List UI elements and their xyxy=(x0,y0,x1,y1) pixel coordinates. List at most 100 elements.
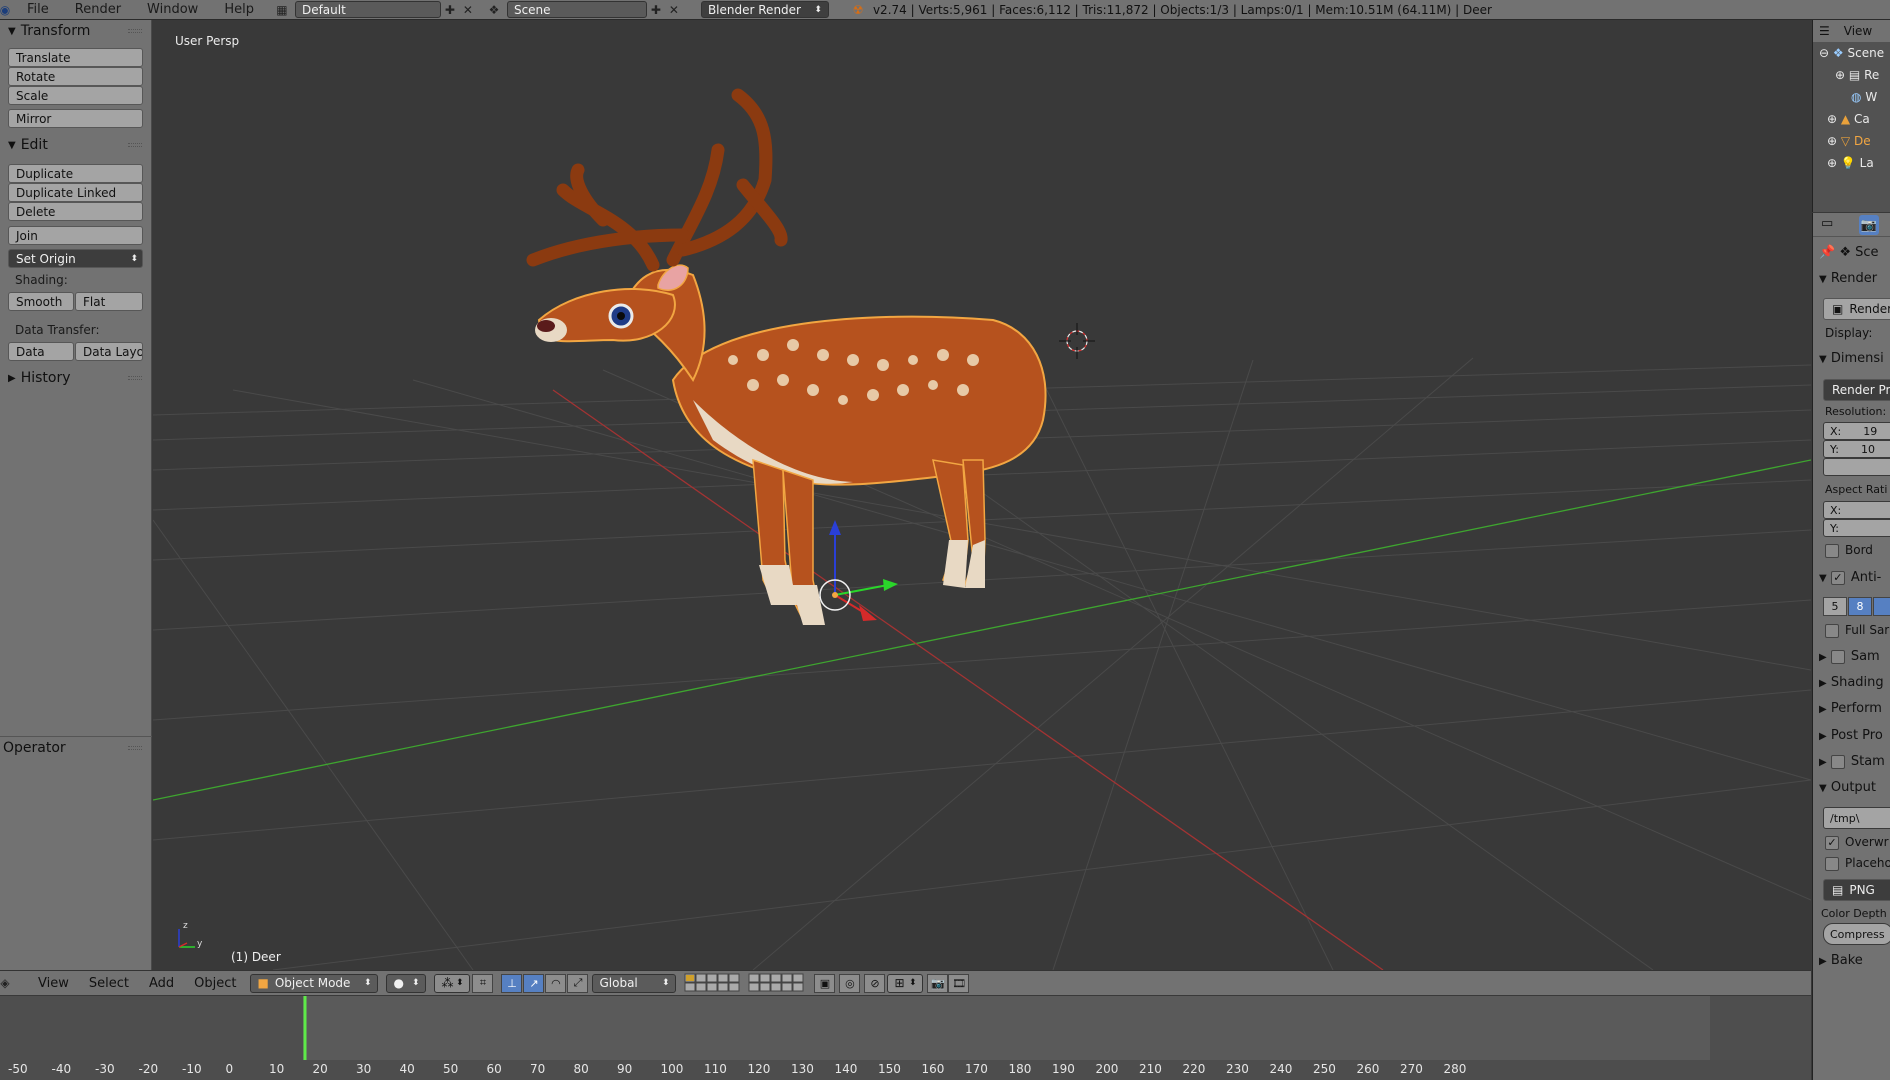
render-presets-dropdown[interactable]: Render Pre xyxy=(1823,379,1890,401)
outliner-item-lamp[interactable]: ⊕ 💡 La xyxy=(1827,156,1874,170)
expand-icon[interactable]: ⊖ xyxy=(1819,46,1829,60)
join-button[interactable]: Join xyxy=(8,226,143,245)
scene-icon[interactable]: ❖ xyxy=(485,1,503,18)
scene-field[interactable]: Scene xyxy=(506,1,647,18)
smooth-button[interactable]: Smooth xyxy=(8,292,74,311)
flat-button[interactable]: Flat xyxy=(75,292,143,311)
menu-view[interactable]: View xyxy=(28,976,79,991)
outliner-item-render-layers[interactable]: ⊕ ▤ Re xyxy=(1835,68,1879,82)
expand-icon[interactable]: ⊕ xyxy=(1827,134,1837,148)
menu-window[interactable]: Window xyxy=(134,2,211,17)
performance-panel-header[interactable]: ▶ Perform xyxy=(1819,701,1882,716)
aspect-y-field[interactable]: Y: xyxy=(1823,519,1890,537)
drag-grip-icon[interactable] xyxy=(128,143,142,147)
outliner-editor[interactable]: ☰ View ⊖ ❖ Scene ⊕ ▤ Re ◍ W ⊕ ▲ Ca ⊕ ▽ D… xyxy=(1812,20,1890,212)
checkbox-icon[interactable] xyxy=(1830,649,1845,664)
add-layout-icon[interactable]: ✚ xyxy=(441,1,459,18)
mode-dropdown[interactable]: ■ Object Mode ⬍ xyxy=(250,973,379,993)
dimensions-panel-header[interactable]: ▼ Dimensi xyxy=(1819,351,1884,366)
drag-grip-icon[interactable] xyxy=(128,376,142,380)
aa-samples-8-button[interactable]: 8 xyxy=(1848,597,1872,616)
data-layout-button[interactable]: Data Layo xyxy=(75,342,143,361)
history-panel-header[interactable]: ▶ History xyxy=(0,367,152,389)
operator-panel-header[interactable]: Operator xyxy=(0,737,152,759)
remove-scene-icon[interactable]: ✕ xyxy=(665,1,683,18)
resolution-percent-slider[interactable] xyxy=(1823,458,1890,476)
render-opengl-icon[interactable]: 📷 xyxy=(927,973,949,993)
outliner-item-scene[interactable]: ⊖ ❖ Scene xyxy=(1819,46,1884,60)
resolution-y-field[interactable]: Y: 10 xyxy=(1823,440,1890,458)
frame-ruler[interactable]: -50 -40 -30 -20 -10 0 10 20 30 40 50 60 70 80 90 100 110… xyxy=(0,1060,1811,1080)
border-checkbox[interactable]: Bord xyxy=(1825,543,1873,558)
add-scene-icon[interactable]: ✚ xyxy=(647,1,665,18)
render-engine-dropdown[interactable]: Blender Render ⬍ xyxy=(700,1,829,18)
snap-element-dropdown[interactable]: ⊞ ⬍ xyxy=(887,973,924,993)
translate-manipulator-icon[interactable]: ↗ xyxy=(523,973,545,993)
layers-2-icon[interactable] xyxy=(748,973,808,993)
aspect-x-field[interactable]: X: xyxy=(1823,501,1890,519)
timeline-editor[interactable]: -50 -40 -30 -20 -10 0 10 20 30 40 50 60 70 80 90 100 110… xyxy=(0,996,1811,1080)
edit-panel-header[interactable]: ▼ Edit xyxy=(0,134,152,156)
properties-editor[interactable]: ▭ 📷 📌 ❖ Sce ▼ Render ▣ Render Display: ▼ … xyxy=(1812,213,1890,1080)
pivot-point-dropdown[interactable]: ⁂ ⬍ xyxy=(434,973,471,993)
screen-layout-icon[interactable]: ▦ xyxy=(273,1,291,18)
snap-toggle-icon[interactable]: ⊘ xyxy=(864,973,886,993)
drag-grip-icon[interactable] xyxy=(128,29,142,33)
checkbox-icon[interactable] xyxy=(1830,754,1845,769)
menu-help[interactable]: Help xyxy=(211,2,267,17)
render-context-icon[interactable]: 📷 xyxy=(1859,215,1879,235)
shading-panel-header[interactable]: ▶ Shading xyxy=(1819,675,1884,690)
outliner-item-deer[interactable]: ⊕ ▽ De xyxy=(1827,134,1871,148)
render-animation-icon[interactable]: 🎞 xyxy=(948,973,970,993)
pin-icon[interactable]: 📌 xyxy=(1819,245,1835,260)
data-button[interactable]: Data xyxy=(8,342,74,361)
resolution-x-field[interactable]: X: 19 xyxy=(1823,422,1890,440)
aa-samples-11-button[interactable] xyxy=(1873,597,1890,616)
full-sample-checkbox[interactable]: Full Sar xyxy=(1825,623,1889,638)
only-origins-icon[interactable]: ⌗ xyxy=(472,973,494,993)
duplicate-button[interactable]: Duplicate xyxy=(8,164,143,183)
scale-manipulator-icon[interactable]: ⤢ xyxy=(567,973,589,993)
delete-button[interactable]: Delete xyxy=(8,202,143,221)
drag-grip-icon[interactable] xyxy=(128,746,142,750)
output-path-field[interactable]: /tmp\ xyxy=(1823,807,1890,829)
render-panel-header[interactable]: ▼ Render xyxy=(1819,271,1877,286)
manipulator-toggle-icon[interactable]: ⊥ xyxy=(501,973,523,993)
outliner-item-world[interactable]: ◍ W xyxy=(1851,90,1877,104)
placeholders-checkbox[interactable]: Placeho xyxy=(1825,856,1890,871)
screen-layout-field[interactable]: Default xyxy=(294,1,441,18)
checkbox-checked-icon[interactable]: ✓ xyxy=(1830,570,1845,585)
transform-manipulator[interactable] xyxy=(819,520,898,621)
menu-render[interactable]: Render xyxy=(62,2,134,17)
translate-button[interactable]: Translate xyxy=(8,48,143,67)
stamp-panel-header[interactable]: ▶ Stam xyxy=(1819,754,1885,769)
proportional-edit-icon[interactable]: ◎ xyxy=(839,973,861,993)
expand-icon[interactable]: ⊕ xyxy=(1827,156,1837,170)
mirror-button[interactable]: Mirror xyxy=(8,109,143,128)
rotate-manipulator-icon[interactable]: ◠ xyxy=(545,973,567,993)
transform-panel-header[interactable]: ▼ Transform xyxy=(0,20,152,42)
file-format-dropdown[interactable]: ▤ PNG xyxy=(1823,879,1890,901)
scale-button[interactable]: Scale xyxy=(8,86,143,105)
aa-samples-5-button[interactable]: 5 xyxy=(1823,597,1847,616)
render-button[interactable]: ▣ Render xyxy=(1823,298,1890,320)
outliner-item-camera[interactable]: ⊕ ▲ Ca xyxy=(1827,112,1870,126)
output-panel-header[interactable]: ▼ Output xyxy=(1819,780,1876,795)
menu-object[interactable]: Object xyxy=(184,976,246,991)
compression-slider[interactable]: Compress xyxy=(1823,923,1890,945)
menu-select[interactable]: Select xyxy=(79,976,139,991)
editor-type-icon[interactable]: ☰ xyxy=(1819,24,1830,38)
overwrite-checkbox[interactable]: ✓ Overwr xyxy=(1825,835,1889,850)
editor-type-icon[interactable]: ◈ xyxy=(0,975,14,992)
scene-layers-grid[interactable] xyxy=(684,973,808,993)
bake-panel-header[interactable]: ▶ Bake xyxy=(1819,953,1863,968)
lock-camera-icon[interactable]: ▣ xyxy=(814,973,836,993)
layers-1-icon[interactable] xyxy=(684,973,744,993)
transform-orientation-dropdown[interactable]: Global ⬍ xyxy=(592,973,677,993)
3d-cursor-icon[interactable] xyxy=(1059,323,1095,359)
post-processing-panel-header[interactable]: ▶ Post Pro xyxy=(1819,728,1883,743)
expand-icon[interactable]: ⊕ xyxy=(1827,112,1837,126)
antialiasing-panel-header[interactable]: ▼ ✓ Anti- xyxy=(1819,570,1881,585)
editor-type-icon[interactable]: ▭ xyxy=(1821,216,1833,231)
rotate-button[interactable]: Rotate xyxy=(8,67,143,86)
